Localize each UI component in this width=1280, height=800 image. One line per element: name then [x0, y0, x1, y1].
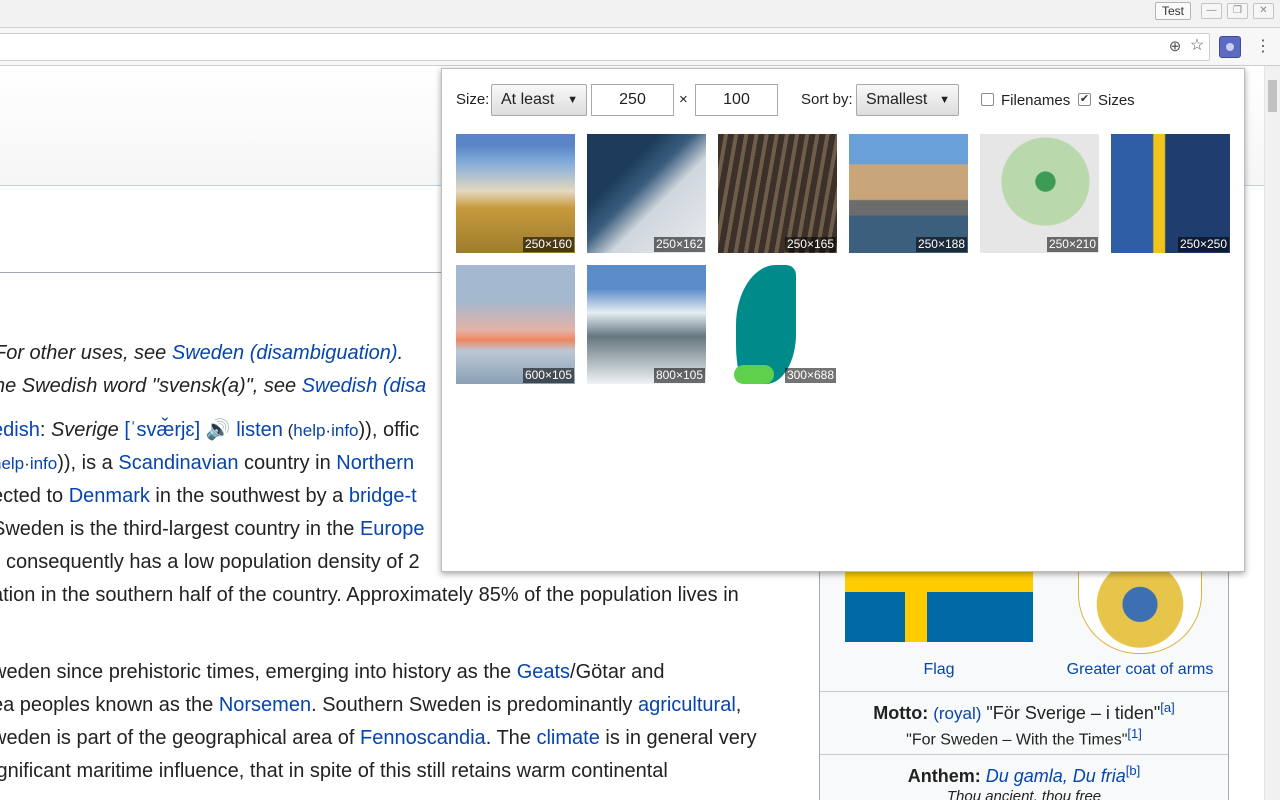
dropdown-caret-icon: ▼ — [567, 94, 578, 106]
anthem-line: Anthem: Du gamla, Du fria[b] — [907, 763, 1141, 786]
image-thumbnail-mountains[interactable]: 800×105 — [587, 265, 706, 384]
filenames-checkbox[interactable] — [981, 93, 994, 106]
extension-camera-icon[interactable] — [1219, 36, 1241, 58]
image-thumbnail-parliament[interactable]: 250×165 — [718, 134, 837, 253]
link-norsemen[interactable]: Norsemen — [219, 694, 311, 716]
scrollbar-thumb[interactable] — [1268, 80, 1277, 112]
article-line-4: Sweden is the third-largest country in t… — [0, 518, 425, 540]
article-line-5: consequently has a low population densit… — [6, 551, 420, 573]
article-line-1: edish: Sverige [ˈsvæ̌rjɛ] 🔊 listen (help… — [0, 414, 419, 447]
map-region — [734, 365, 774, 384]
link-climate[interactable]: climate — [536, 727, 599, 749]
link-listen[interactable]: listen — [236, 419, 283, 441]
sizes-checkbox[interactable]: ✔ — [1078, 93, 1091, 106]
dropdown-caret-icon: ▼ — [939, 94, 950, 106]
image-downloader-popup: Size: At least▼ × Sort by: Smallest▼ Fil… — [441, 68, 1245, 572]
thumbnail-size-label: 250×250 — [1177, 237, 1229, 252]
address-bar[interactable] — [0, 33, 1210, 61]
flag-image[interactable] — [845, 572, 1033, 642]
filenames-label[interactable]: Filenames — [1001, 92, 1070, 109]
link-sweden-disambiguation[interactable]: Sweden (disambiguation) — [172, 342, 398, 364]
link-denmark[interactable]: Denmark — [69, 485, 150, 507]
link-help[interactable]: help — [293, 421, 325, 440]
link-info[interactable]: info — [331, 421, 358, 440]
link-scandinavian[interactable]: Scandinavian — [118, 452, 238, 474]
article-line-9: weden is part of the geographical area o… — [0, 727, 757, 749]
ref-b[interactable]: [b] — [1126, 763, 1140, 778]
infobox-divider — [820, 691, 1228, 692]
speaker-icon[interactable]: 🔊 — [206, 419, 231, 441]
motto-line: Motto: (royal) "För Sverige – i tiden"[a… — [873, 700, 1175, 723]
ref-a[interactable]: [a] — [1160, 700, 1174, 715]
article-line-8: ea peoples known as the Norsemen. Southe… — [0, 694, 742, 716]
infobox-divider — [820, 754, 1228, 755]
article-line-3: ected to Denmark in the southwest by a b… — [0, 485, 417, 507]
anthem-translation: Thou ancient, thou free — [946, 788, 1102, 800]
infobox: Flag Greater coat of arms Motto: (royal)… — [819, 571, 1229, 800]
link-help-2[interactable]: help — [0, 454, 24, 473]
hatnote-swedish: he Swedish word "svensk(a)", see Swedish… — [0, 375, 427, 397]
times-sign: × — [679, 91, 688, 108]
thumbnail-size-label: 600×105 — [522, 368, 574, 383]
link-bridge[interactable]: bridge-t — [349, 485, 417, 507]
browser-toolbar — [0, 28, 1280, 66]
hatnote-disambiguation: For other uses, see Sweden (disambiguati… — [0, 342, 404, 364]
image-thumbnail-riksdag-building[interactable]: 250×188 — [849, 134, 968, 253]
size-mode-select[interactable]: At least ▼ — [491, 84, 587, 116]
link-anthem[interactable]: Du gamla, Du fria — [986, 766, 1126, 786]
flag-caption-link[interactable]: Flag — [845, 661, 1033, 679]
article-line-10: ignificant maritime influence, that in s… — [0, 760, 668, 782]
thumbnail-size-label: 300×688 — [784, 368, 836, 383]
min-width-input[interactable] — [591, 84, 674, 116]
image-thumbnail-power-plant[interactable]: 250×160 — [456, 134, 575, 253]
link-fennoscandia[interactable]: Fennoscandia — [360, 727, 486, 749]
sort-mode-select[interactable]: Smallest ▼ — [856, 84, 959, 116]
minimize-icon[interactable]: — — [1201, 3, 1222, 19]
thumbnail-size-label: 250×162 — [653, 237, 705, 252]
image-thumbnail-tv-debate[interactable]: 250×162 — [587, 134, 706, 253]
zoom-icon[interactable]: ⊕ — [1166, 38, 1184, 56]
image-thumbnail-sunset[interactable]: 600×105 — [456, 265, 575, 384]
page-scrollbar[interactable] — [1264, 66, 1280, 800]
browser-menu-icon[interactable]: ⋮ — [1255, 37, 1271, 57]
close-icon[interactable]: ✕ — [1253, 3, 1274, 19]
link-northern[interactable]: Northern — [336, 452, 414, 474]
thumbnail-size-label: 250×210 — [1046, 237, 1098, 252]
coat-caption-link[interactable]: Greater coat of arms — [1060, 661, 1220, 679]
size-label: Size: — [456, 91, 490, 108]
link-royal[interactable]: (royal) — [933, 704, 981, 723]
min-height-input[interactable] — [695, 84, 778, 116]
thumbnail-size-label: 800×105 — [653, 368, 705, 383]
image-thumbnail-sweden-map[interactable]: 300×688 — [718, 265, 837, 384]
link-agricultural[interactable]: agricultural — [638, 694, 736, 716]
article-line-6: ation in the southern half of the countr… — [0, 584, 739, 606]
filter-controls: Size: At least▼ × Sort by: Smallest▼ Fil… — [442, 69, 1244, 129]
sort-label: Sort by: — [801, 91, 853, 108]
link-swedish[interactable]: edish — [0, 419, 40, 441]
link-swedish-disambiguation[interactable]: Swedish (disa — [302, 375, 427, 397]
link-geats[interactable]: Geats — [517, 661, 570, 683]
window-titlebar: Test — ❐ ✕ — [0, 0, 1280, 28]
link-ipa[interactable]: [ˈsvæ̌rjɛ] — [124, 419, 200, 441]
link-europe[interactable]: Europe — [360, 518, 425, 540]
link-info-2[interactable]: info — [30, 454, 57, 473]
coat-of-arms-image[interactable] — [1078, 572, 1202, 654]
bookmark-star-icon[interactable]: ☆ — [1188, 37, 1206, 55]
motto-translation: "For Sweden – With the Times"[1] — [906, 726, 1142, 749]
thumbnail-size-label: 250×165 — [784, 237, 836, 252]
sizes-label[interactable]: Sizes — [1098, 92, 1135, 109]
article-line-2: help·info)), is a Scandinavian country i… — [0, 447, 414, 480]
ref-1[interactable]: [1] — [1127, 726, 1141, 741]
article-line-7: weden since prehistoric times, emerging … — [0, 661, 665, 683]
image-thumbnail-eu-map[interactable]: 250×210 — [980, 134, 1099, 253]
maximize-icon[interactable]: ❐ — [1227, 3, 1248, 19]
profile-button[interactable]: Test — [1155, 2, 1192, 20]
thumbnail-size-label: 250×188 — [915, 237, 967, 252]
image-thumbnail-king[interactable]: 250×250 — [1111, 134, 1230, 253]
thumbnail-size-label: 250×160 — [522, 237, 574, 252]
